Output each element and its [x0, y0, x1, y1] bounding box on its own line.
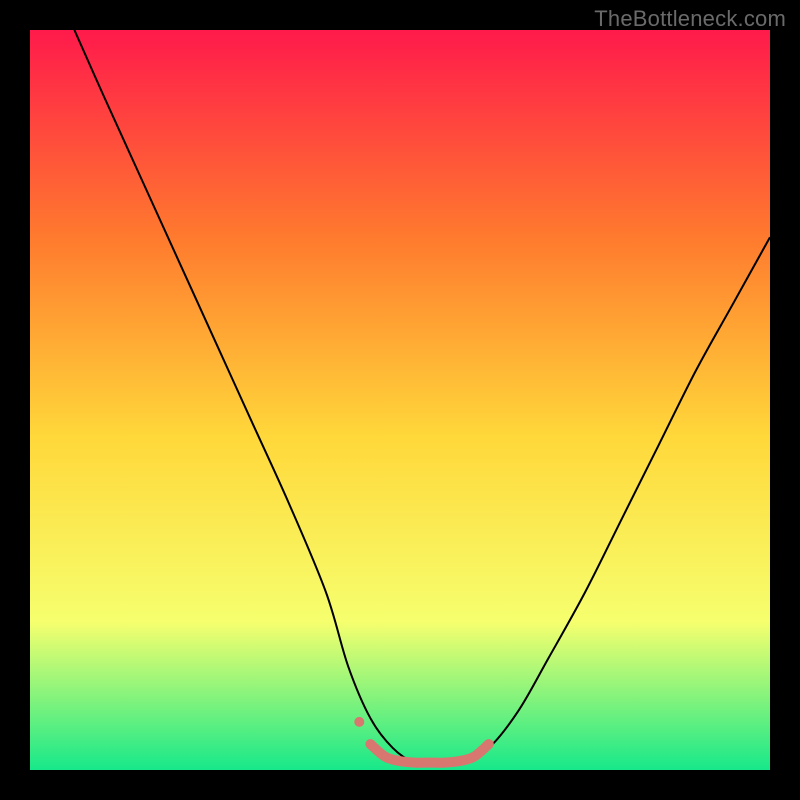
marker-0	[354, 717, 364, 727]
marker-layer	[354, 717, 364, 727]
chart-frame: TheBottleneck.com	[0, 0, 800, 800]
gradient-background	[30, 30, 770, 770]
chart-canvas	[30, 30, 770, 770]
plot-area	[30, 30, 770, 770]
watermark-text: TheBottleneck.com	[594, 6, 786, 32]
